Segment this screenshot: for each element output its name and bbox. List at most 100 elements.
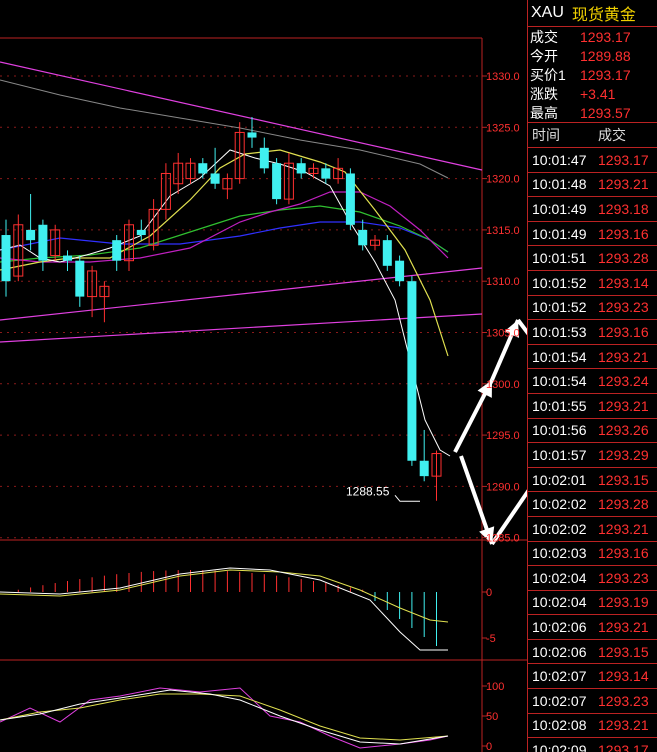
tick-row: 10:01:54 1293.21: [528, 345, 657, 370]
quote-panel: XAU 现货黄金 成交 1293.17 今开 1289.88 买价1 1293.17 涨跌 +…: [527, 0, 657, 752]
symbol-header: XAU 现货黄金: [528, 0, 657, 27]
symbol-name: 现货黄金: [571, 7, 636, 24]
tick-row: 10:02:02 1293.28: [528, 492, 657, 517]
tick-time: 10:01:47: [532, 151, 587, 168]
tick-row: 10:01:47 1293.17: [528, 148, 657, 173]
tick-row: 10:01:49 1293.16: [528, 222, 657, 247]
tick-price: 1293.28: [598, 250, 649, 267]
tick-time: 10:01:48: [532, 176, 587, 193]
tick-price: 1293.29: [598, 446, 649, 463]
tick-price: 1293.17: [598, 151, 649, 168]
ma-long-line: [0, 79, 449, 179]
tick-price: 1293.21: [598, 520, 649, 537]
ma-white-line: [0, 149, 451, 457]
tick-row: 10:02:01 1293.15: [528, 468, 657, 493]
macd-tick-label: -5: [486, 633, 496, 645]
tick-price: 1293.23: [598, 299, 649, 316]
price-tick-label: 1300.0: [486, 379, 520, 391]
tick-time: 10:02:02: [532, 520, 587, 537]
tick-row: 10:01:51 1293.28: [528, 246, 657, 271]
tick-row: 10:01:55 1293.21: [528, 394, 657, 419]
tick-price: 1293.16: [598, 225, 649, 242]
tick-time: 10:01:54: [532, 348, 587, 365]
candle-body-down: [26, 229, 36, 241]
tick-price: 1293.26: [598, 422, 649, 439]
tick-row: 10:01:49 1293.18: [528, 197, 657, 222]
candle-body-down: [259, 147, 269, 169]
tick-price: 1293.17: [598, 742, 649, 752]
tick-price: 1293.14: [598, 274, 649, 291]
price-tick-label: 1290.0: [486, 481, 520, 493]
tick-time: 10:02:03: [532, 545, 587, 562]
kdj-tick-label: 50: [486, 711, 498, 723]
macd-tick-label: 0: [486, 587, 492, 599]
quote-label: 涨跌: [530, 85, 558, 102]
tick-row: 10:02:09 1293.17: [528, 738, 657, 752]
quote-value: 1293.57: [580, 104, 631, 121]
macd-line: [0, 567, 448, 651]
quote-label: 成交: [530, 28, 558, 45]
price-tick-label: 1295.0: [486, 430, 520, 442]
tick-time: 10:02:06: [532, 643, 587, 660]
candle-body-down: [38, 224, 48, 261]
tick-price: 1293.18: [598, 200, 649, 217]
tick-row: 10:01:48 1293.21: [528, 173, 657, 198]
tick-row: 10:02:06 1293.15: [528, 640, 657, 665]
candle-body-down: [210, 173, 220, 184]
tick-row: 10:02:07 1293.14: [528, 664, 657, 690]
tick-row: 10:01:57 1293.29: [528, 443, 657, 468]
quote-value: 1293.17: [580, 66, 631, 83]
tick-time: 10:01:56: [532, 422, 587, 439]
candle-body-down: [247, 132, 257, 138]
tick-row: 10:02:02 1293.21: [528, 517, 657, 542]
tick-price: 1293.14: [598, 668, 649, 685]
tick-row: 10:01:54 1293.24: [528, 369, 657, 394]
quote-label: 买价1: [530, 66, 566, 83]
arrow-up-3: [490, 489, 527, 546]
price-tick-label: 1320.0: [486, 174, 520, 186]
tick-time: 10:02:01: [532, 471, 587, 488]
macd-signal-line: [0, 569, 449, 623]
price-tick-label: 1330.0: [486, 71, 520, 83]
quote-row: 涨跌 +3.41: [528, 84, 657, 103]
tick-time: 10:02:09: [532, 742, 587, 752]
tick-row: 10:02:06 1293.21: [528, 615, 657, 640]
low-marker: [394, 494, 420, 502]
candle-body-down: [321, 168, 331, 179]
candle-body-down: [382, 240, 392, 266]
tick-price: 1293.15: [598, 643, 649, 660]
ma-blue-line: [0, 221, 449, 253]
candle-body-down: [136, 229, 146, 236]
tick-time: 10:02:04: [532, 569, 587, 586]
tick-price: 1293.21: [598, 176, 649, 193]
price-tick-label: 1285.0: [486, 533, 520, 545]
tick-price: 1293.21: [598, 397, 649, 414]
tick-time: 10:01:57: [532, 446, 587, 463]
quote-label: 今开: [530, 47, 558, 64]
price-tick-label: 1310.0: [486, 276, 520, 288]
candle-body-down: [272, 163, 282, 200]
tick-row: 10:01:52 1293.14: [528, 271, 657, 296]
tick-price: 1293.15: [598, 471, 649, 488]
tick-price: 1293.23: [598, 692, 649, 709]
tick-time: 10:01:52: [532, 274, 587, 291]
candle-body-down: [296, 163, 306, 174]
candles: 1288.55: [1, 117, 442, 502]
tick-row: 10:01:53 1293.16: [528, 320, 657, 345]
tick-price: 1293.28: [598, 496, 649, 513]
tick-row: 10:02:08 1293.21: [528, 714, 657, 739]
candle-body-down: [358, 229, 368, 246]
tick-time: 10:01:49: [532, 225, 587, 242]
tick-row: 10:02:03 1293.16: [528, 542, 657, 567]
price-axis: 1330.0 1325.0 1320.0 1315.0 1310.0 1305.0 1300…: [482, 71, 520, 545]
tick-price: 1293.21: [598, 348, 649, 365]
tick-row: 10:02:04 1293.19: [528, 591, 657, 616]
candle-body-down: [419, 460, 429, 477]
quote-value: +3.41: [580, 85, 616, 102]
symbol-code: XAU: [531, 4, 564, 21]
quote-value: 1293.17: [580, 28, 631, 45]
tick-row: 10:01:56 1293.26: [528, 419, 657, 444]
candle-body-down: [198, 163, 208, 174]
tick-price: 1293.23: [598, 569, 649, 586]
tick-time: 10:01:54: [532, 373, 587, 390]
